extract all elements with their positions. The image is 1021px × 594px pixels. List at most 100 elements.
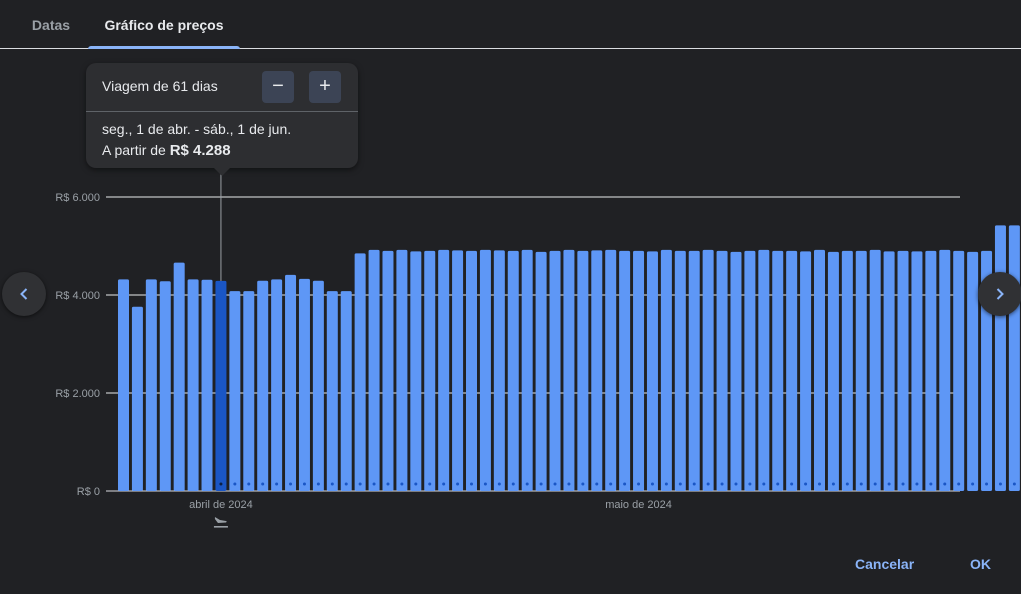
price-bar[interactable]: [646, 251, 658, 491]
trip-range-dot: [998, 482, 1002, 486]
price-bar[interactable]: [452, 250, 464, 491]
price-bar[interactable]: [271, 279, 283, 491]
price-bar[interactable]: [521, 249, 533, 491]
price-bar[interactable]: [326, 291, 338, 491]
price-bar[interactable]: [340, 291, 352, 491]
price-bar[interactable]: [869, 249, 881, 491]
price-bar[interactable]: [382, 250, 394, 491]
tab-price-chart[interactable]: Gráfico de preços: [88, 0, 240, 48]
price-bar[interactable]: [633, 250, 645, 491]
trip-range-dot: [873, 482, 877, 486]
price-bar[interactable]: [145, 279, 157, 491]
y-tick-label: R$ 6.000: [55, 192, 100, 204]
trip-range-dot: [943, 482, 947, 486]
price-bar[interactable]: [925, 250, 937, 491]
cancel-button[interactable]: Cancelar: [855, 556, 914, 572]
trip-range-dot: [289, 482, 293, 486]
price-bar[interactable]: [131, 306, 143, 491]
trip-range-dot: [539, 482, 543, 486]
price-bar[interactable]: [758, 249, 770, 491]
price-bar[interactable]: [786, 250, 798, 491]
price-bar[interactable]: [396, 249, 408, 491]
price-bar[interactable]: [855, 250, 867, 491]
previous-button[interactable]: [2, 272, 46, 316]
price-bar[interactable]: [312, 280, 324, 491]
price-bar[interactable]: [159, 281, 171, 491]
price-bar[interactable]: [368, 249, 380, 491]
price-bar[interactable]: [215, 280, 227, 491]
trip-range-dot: [400, 482, 404, 486]
price-bar[interactable]: [716, 250, 728, 491]
y-tick-label: R$ 2.000: [55, 388, 100, 400]
trip-range-dot: [901, 482, 905, 486]
price-bar[interactable]: [285, 274, 297, 491]
price-bar[interactable]: [466, 250, 477, 491]
price-bar[interactable]: [257, 280, 269, 491]
price-bar[interactable]: [229, 291, 241, 491]
price-bar[interactable]: [967, 251, 979, 491]
price-bar[interactable]: [897, 250, 909, 491]
tab-datas[interactable]: Datas: [14, 0, 88, 48]
price-bar[interactable]: [173, 262, 185, 491]
price-bar[interactable]: [619, 250, 631, 491]
price-bar[interactable]: [479, 249, 491, 491]
price-bar[interactable]: [577, 250, 589, 491]
trip-range-dot: [497, 482, 501, 486]
trip-range-dot: [664, 482, 668, 486]
price-bar[interactable]: [911, 251, 923, 491]
price-bar[interactable]: [953, 250, 965, 491]
price-bar[interactable]: [1008, 225, 1020, 492]
trip-range-dot: [831, 482, 835, 486]
trip-range-dot: [470, 482, 473, 486]
price-bar[interactable]: [118, 279, 129, 491]
price-bar[interactable]: [841, 250, 853, 491]
price-bar[interactable]: [410, 251, 422, 491]
trip-range-dot: [525, 482, 529, 486]
price-bar[interactable]: [298, 278, 310, 491]
price-bar[interactable]: [688, 250, 700, 491]
price-bar[interactable]: [424, 250, 436, 491]
price-bar[interactable]: [660, 249, 672, 491]
increase-trip-button[interactable]: +: [309, 71, 341, 103]
price-bar[interactable]: [549, 250, 561, 491]
price-bar[interactable]: [493, 250, 505, 491]
price-bar[interactable]: [674, 250, 686, 491]
trip-range-dot: [748, 482, 752, 486]
trip-range-dot: [386, 482, 390, 486]
trip-range-dot: [247, 482, 251, 486]
trip-range-dot: [316, 482, 320, 486]
price-bar[interactable]: [507, 250, 519, 491]
trip-range-dot: [483, 482, 487, 486]
price-bar[interactable]: [730, 251, 742, 491]
price-bar[interactable]: [187, 279, 199, 491]
price-bar[interactable]: [883, 251, 895, 491]
trip-range-dot: [790, 482, 794, 486]
price-bar[interactable]: [438, 249, 450, 491]
trip-range-dot: [511, 482, 515, 486]
trip-range-dot: [372, 482, 376, 486]
price-bar[interactable]: [354, 253, 366, 491]
trip-range-dot: [330, 482, 334, 486]
decrease-trip-button[interactable]: −: [262, 71, 294, 103]
price-bar[interactable]: [243, 291, 255, 491]
trip-range-dot: [637, 482, 641, 486]
price-bar[interactable]: [605, 249, 617, 491]
price-bar[interactable]: [744, 250, 756, 491]
price-bar[interactable]: [702, 249, 714, 491]
price-bar[interactable]: [827, 251, 839, 491]
price-bar[interactable]: [800, 251, 812, 491]
ok-button[interactable]: OK: [970, 556, 991, 572]
price-bar[interactable]: [201, 279, 213, 491]
trip-range-dot: [971, 482, 975, 486]
price-bar[interactable]: [939, 249, 951, 491]
price-bar[interactable]: [814, 249, 825, 491]
trip-range-dot: [275, 482, 279, 486]
price-bar[interactable]: [772, 250, 784, 491]
price-bar[interactable]: [994, 225, 1006, 492]
month-label: maio de 2024: [605, 499, 672, 511]
price-bar[interactable]: [535, 251, 547, 491]
next-button[interactable]: [978, 272, 1021, 316]
price-bar[interactable]: [563, 249, 575, 491]
price-bar[interactable]: [591, 250, 603, 491]
trip-range-dot: [581, 482, 585, 486]
